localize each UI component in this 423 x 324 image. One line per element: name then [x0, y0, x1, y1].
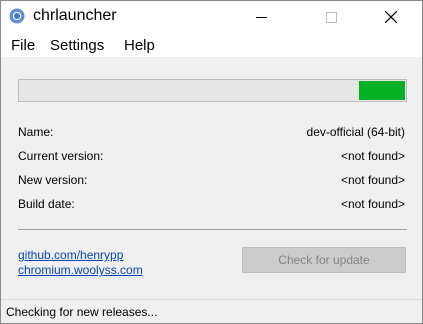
build-date-value: <not found> — [340, 197, 405, 211]
status-bar: Checking for new releases... — [1, 299, 422, 323]
menu-bar: File Settings Help — [1, 33, 422, 57]
check-for-update-label: Check for update — [278, 253, 370, 267]
menu-help[interactable]: Help — [123, 37, 156, 54]
minimize-button[interactable] — [238, 1, 284, 33]
minimize-icon — [255, 16, 267, 18]
divider — [18, 229, 407, 230]
window-title: chrlauncher — [33, 7, 117, 24]
new-version-value: <not found> — [340, 173, 405, 187]
app-window: chrlauncher File Settings Help Name: dev… — [0, 0, 423, 324]
name-value: dev-official (64-bit) — [306, 125, 405, 139]
current-version-value: <not found> — [340, 149, 405, 163]
close-icon — [385, 11, 397, 23]
check-for-update-button[interactable]: Check for update — [242, 247, 406, 273]
download-progress-bar — [18, 79, 407, 102]
build-date-label: Build date: — [18, 197, 75, 211]
chromium-icon — [9, 8, 25, 24]
maximize-icon — [325, 11, 337, 23]
menu-settings[interactable]: Settings — [49, 37, 105, 54]
progress-fill — [359, 81, 405, 100]
menu-file[interactable]: File — [10, 37, 36, 54]
close-button[interactable] — [368, 1, 414, 33]
woolyss-link[interactable]: chromium.woolyss.com — [18, 263, 143, 277]
status-text: Checking for new releases... — [6, 305, 158, 319]
new-version-label: New version: — [18, 173, 88, 187]
github-link[interactable]: github.com/henrypp — [18, 248, 123, 262]
title-bar[interactable]: chrlauncher — [1, 1, 422, 33]
maximize-button[interactable] — [308, 1, 354, 33]
current-version-label: Current version: — [18, 149, 104, 163]
name-label: Name: — [18, 125, 54, 139]
